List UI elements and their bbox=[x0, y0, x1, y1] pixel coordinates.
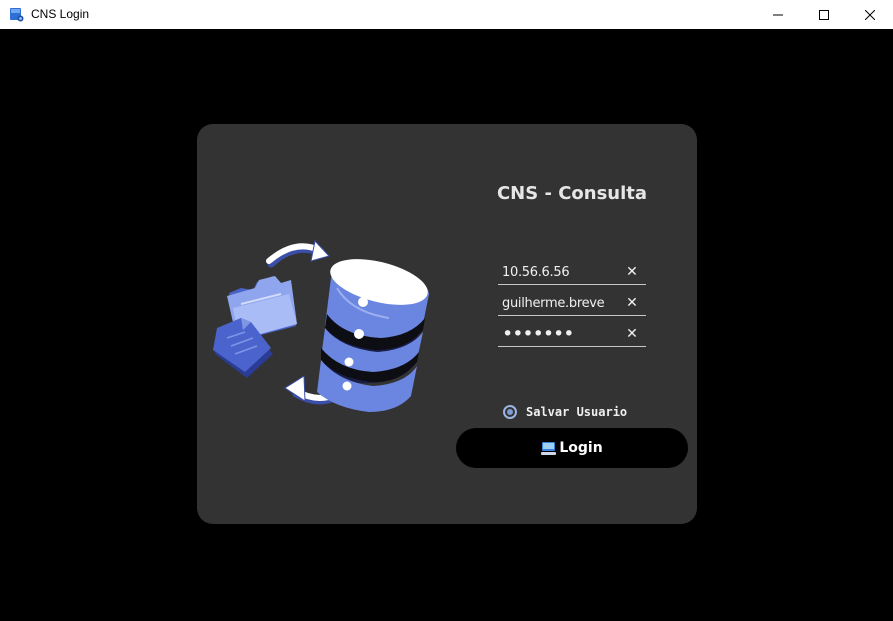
username-input[interactable] bbox=[498, 291, 622, 315]
clear-username-button[interactable]: ✕ bbox=[624, 294, 640, 312]
login-button-label: Login bbox=[559, 440, 603, 456]
app-window: CNS Login CNS - Consulta 10.56.6.56 ✕ gu… bbox=[0, 0, 893, 621]
server-input[interactable] bbox=[498, 260, 622, 284]
card-title: CNS - Consulta bbox=[496, 183, 648, 204]
close-button[interactable] bbox=[847, 0, 893, 29]
computer-icon bbox=[541, 441, 557, 455]
sync-arrow-top-icon bbox=[266, 239, 330, 268]
database-icon bbox=[317, 259, 429, 412]
radio-selected-dot bbox=[507, 409, 513, 415]
login-card: CNS - Consulta ✕ ✕ ✕ Salvar Usuario bbox=[197, 124, 697, 524]
title-bar[interactable]: CNS Login bbox=[0, 0, 893, 29]
window-title: CNS Login bbox=[31, 7, 90, 21]
database-sync-illustration bbox=[213, 239, 429, 412]
maximize-icon bbox=[819, 9, 829, 20]
server-field: ✕ bbox=[498, 260, 646, 285]
maximize-button[interactable] bbox=[801, 0, 847, 29]
minimize-button[interactable] bbox=[755, 0, 801, 29]
login-button[interactable]: Login bbox=[456, 428, 688, 468]
remember-user-label[interactable]: Salvar Usuario bbox=[526, 405, 627, 419]
close-icon bbox=[865, 9, 875, 20]
password-input[interactable] bbox=[498, 322, 622, 346]
minimize-icon bbox=[773, 14, 783, 15]
clear-server-button[interactable]: ✕ bbox=[624, 263, 640, 281]
app-icon bbox=[10, 8, 24, 22]
username-field: ✕ bbox=[498, 291, 646, 316]
remember-user-option[interactable]: Salvar Usuario bbox=[503, 402, 627, 422]
password-field: ✕ bbox=[498, 322, 646, 347]
clear-password-button[interactable]: ✕ bbox=[624, 325, 640, 343]
remember-user-radio[interactable] bbox=[503, 405, 517, 419]
